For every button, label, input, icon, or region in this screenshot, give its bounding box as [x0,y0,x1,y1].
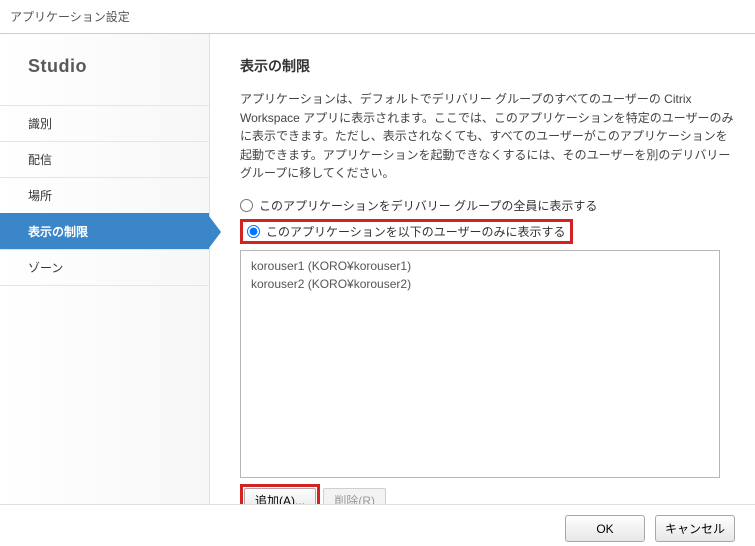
sidebar-item-visibility[interactable]: 表示の制限 [0,213,209,249]
content-title: 表示の制限 [240,56,735,76]
content-panel: 表示の制限 アプリケーションは、デフォルトでデリバリー グループのすべてのユーザ… [210,34,755,504]
nav-list: 識別 配信 場所 表示の制限 ゾーン [0,105,209,286]
add-button-highlight: 追加(A)... [240,484,320,504]
sidebar-item-zone[interactable]: ゾーン [0,249,209,286]
ok-button[interactable]: OK [565,515,645,542]
radio-show-all[interactable]: このアプリケーションをデリバリー グループの全員に表示する [240,195,735,216]
sidebar-item-identify[interactable]: 識別 [0,105,209,141]
content-description: アプリケーションは、デフォルトでデリバリー グループのすべてのユーザーの Cit… [240,90,735,183]
radio-show-all-label: このアプリケーションをデリバリー グループの全員に表示する [259,197,597,214]
radio-show-limited[interactable]: このアプリケーションを以下のユーザーのみに表示する [240,219,573,244]
remove-button: 削除(R) [323,488,386,504]
window-title: アプリケーション設定 [0,0,755,29]
radio-show-limited-input[interactable] [247,225,260,238]
radio-show-limited-label: このアプリケーションを以下のユーザーのみに表示する [266,223,566,240]
brand-title: Studio [0,56,209,105]
cancel-button[interactable]: キャンセル [655,515,735,542]
radio-show-all-input[interactable] [240,199,253,212]
add-button[interactable]: 追加(A)... [244,488,316,504]
sidebar-item-location[interactable]: 場所 [0,177,209,213]
sidebar: Studio 識別 配信 場所 表示の制限 ゾーン [0,34,210,504]
user-list[interactable]: korouser1 (KORO¥korouser1) korouser2 (KO… [240,250,720,478]
list-item[interactable]: korouser1 (KORO¥korouser1) [251,257,709,275]
dialog-footer: OK キャンセル [0,504,755,542]
main-area: Studio 識別 配信 場所 表示の制限 ゾーン 表示の制限 アプリケーション… [0,34,755,504]
list-item[interactable]: korouser2 (KORO¥korouser2) [251,275,709,293]
list-buttons: 追加(A)... 削除(R) [240,484,735,504]
sidebar-item-delivery[interactable]: 配信 [0,141,209,177]
